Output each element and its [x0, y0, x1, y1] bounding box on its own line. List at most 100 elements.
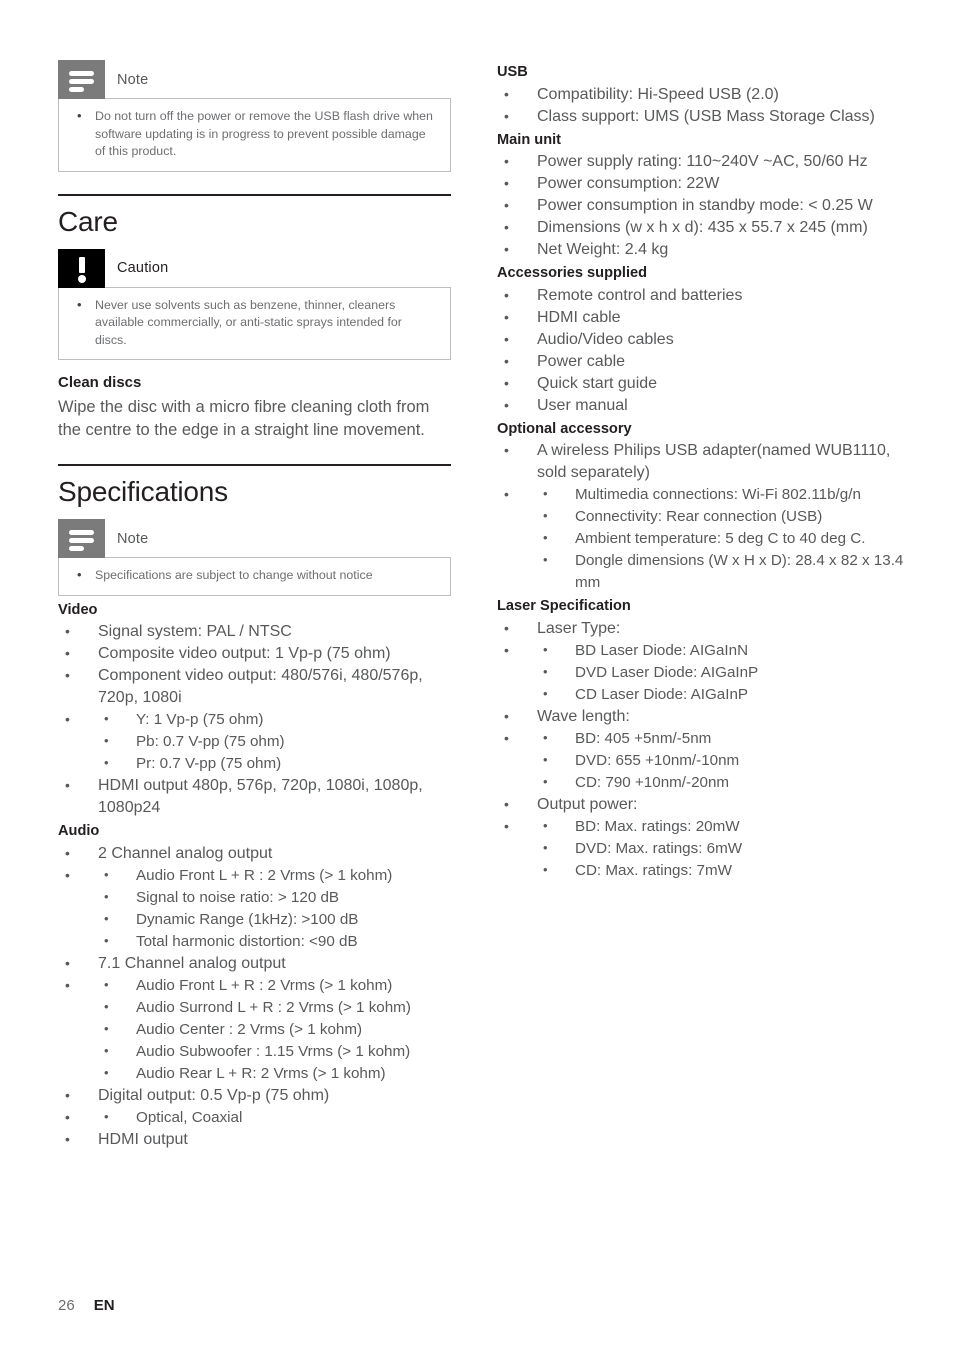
page-title-specifications: Specifications	[58, 476, 228, 507]
spec-list-item: Digital output: 0.5 Vp-p (75 ohm)	[58, 1084, 451, 1107]
spec-list-item: HDMI output	[58, 1128, 451, 1151]
spec-list-item: Power consumption: 22W	[497, 172, 907, 195]
spec-sublist-holder: BD: Max. ratings: 20mWDVD: Max. ratings:…	[497, 815, 907, 882]
callout-body: Never use solvents such as benzene, thin…	[58, 286, 451, 360]
callout-title: Caution	[117, 260, 169, 276]
spec-sublist-item: Audio Front L + R : 2 Vrms (> 1 kohm)	[98, 864, 451, 887]
spec-list-item: Wave length:	[497, 705, 907, 728]
spec-list: Signal system: PAL / NTSCComposite video…	[58, 620, 451, 819]
spec-list-item: User manual	[497, 394, 907, 417]
left-column: Note Do not turn off the power or remove…	[58, 60, 451, 1151]
spec-sublist-item: Y: 1 Vp-p (75 ohm)	[98, 708, 451, 731]
spec-list-item: 7.1 Channel analog output	[58, 952, 451, 975]
exclamation-icon	[58, 248, 105, 288]
two-column-layout: Note Do not turn off the power or remove…	[0, 60, 954, 1151]
spec-list: Laser Type:BD Laser Diode: AIGaInNDVD La…	[497, 617, 907, 882]
callout-header: Caution	[58, 248, 451, 288]
spec-sublist-holder: Audio Front L + R : 2 Vrms (> 1 kohm)Sig…	[58, 864, 451, 953]
spec-list-item: Power supply rating: 110~240V ~AC, 50/60…	[497, 150, 907, 173]
spec-list-item: Component video output: 480/576i, 480/57…	[58, 664, 451, 709]
spec-sublist-item: Signal to noise ratio: > 120 dB	[98, 886, 451, 909]
spec-sublist-item: CD: Max. ratings: 7mW	[537, 859, 907, 882]
spec-sublist-item: Dongle dimensions (W x H x D): 28.4 x 82…	[537, 549, 907, 594]
spec-list-item: Quick start guide	[497, 372, 907, 395]
note-callout-top: Note Do not turn off the power or remove…	[58, 60, 451, 172]
caution-callout: Caution Never use solvents such as benze…	[58, 248, 451, 360]
spec-sublist: BD: 405 +5nm/-5nmDVD: 655 +10nm/-10nmCD:…	[537, 727, 907, 794]
spec-sublist-item: Optical, Coaxial	[98, 1106, 451, 1129]
spec-sublist-item: BD: 405 +5nm/-5nm	[537, 727, 907, 750]
spec-sublist-item: Audio Rear L + R: 2 Vrms (> 1 kohm)	[98, 1062, 451, 1085]
note-lines-icon	[58, 60, 105, 99]
spec-sublist-item: Connectivity: Rear connection (USB)	[537, 505, 907, 528]
spec-group-main-unit: Main unit Power supply rating: 110~240V …	[497, 130, 907, 262]
callout-title: Note	[117, 71, 149, 88]
spec-list-item: Power cable	[497, 350, 907, 373]
spec-sublist-item: Pb: 0.7 V-pp (75 ohm)	[98, 730, 451, 753]
page-number: 26	[58, 1297, 75, 1314]
spec-sublist-holder: Y: 1 Vp-p (75 ohm)Pb: 0.7 V-pp (75 ohm)P…	[58, 708, 451, 775]
spec-list: Power supply rating: 110~240V ~AC, 50/60…	[497, 150, 907, 261]
callout-item: Specifications are subject to change wit…	[73, 566, 436, 585]
section-heading-clean-discs: Clean discs	[58, 374, 142, 391]
page-footer: 26 EN	[58, 1297, 115, 1314]
spec-sublist: BD Laser Diode: AIGaInNDVD Laser Diode: …	[537, 639, 907, 706]
spec-sublist: Audio Front L + R : 2 Vrms (> 1 kohm)Sig…	[98, 864, 451, 953]
spec-list-item: Dimensions (w x h x d): 435 x 55.7 x 245…	[497, 216, 907, 239]
spec-list-item: Output power:	[497, 793, 907, 816]
spec-list: Compatibility: Hi-Speed USB (2.0)Class s…	[497, 83, 907, 128]
callout-body: Do not turn off the power or remove the …	[58, 98, 451, 172]
spec-sublist-item: DVD: Max. ratings: 6mW	[537, 837, 907, 860]
spec-heading: USB	[497, 64, 528, 80]
spec-list-item: Signal system: PAL / NTSC	[58, 620, 451, 643]
spec-sublist-holder: Multimedia connections: Wi-Fi 802.11b/g/…	[497, 483, 907, 594]
manual-page: Note Do not turn off the power or remove…	[0, 0, 954, 1352]
chapter-specifications: Specifications	[58, 464, 451, 509]
spec-list-item: A wireless Philips USB adapter(named WUB…	[497, 439, 907, 484]
right-column: USB Compatibility: Hi-Speed USB (2.0)Cla…	[497, 60, 907, 1151]
spec-group-video: Video Signal system: PAL / NTSCComposite…	[58, 600, 451, 820]
spec-list-item: Power consumption in standby mode: < 0.2…	[497, 194, 907, 217]
spec-sublist-item: Dynamic Range (1kHz): >100 dB	[98, 908, 451, 931]
spec-list: A wireless Philips USB adapter(named WUB…	[497, 439, 907, 594]
spec-heading: Laser Specification	[497, 598, 631, 614]
callout-title: Note	[117, 530, 149, 547]
callout-item: Do not turn off the power or remove the …	[73, 107, 436, 161]
spec-sublist-item: BD Laser Diode: AIGaInN	[537, 639, 907, 662]
spec-sublist-item: Audio Surrond L + R : 2 Vrms (> 1 kohm)	[98, 996, 451, 1019]
callout-body: Specifications are subject to change wit…	[58, 557, 451, 596]
spec-list-item: HDMI cable	[497, 306, 907, 329]
spec-sublist-item: Pr: 0.7 V-pp (75 ohm)	[98, 752, 451, 775]
spec-sublist-item: Audio Subwoofer : 1.15 Vrms (> 1 kohm)	[98, 1040, 451, 1063]
spec-sublist-item: CD: 790 +10nm/-20nm	[537, 771, 907, 794]
spec-list: Remote control and batteriesHDMI cableAu…	[497, 284, 907, 417]
spec-sublist-item: DVD: 655 +10nm/-10nm	[537, 749, 907, 772]
callout-item: Never use solvents such as benzene, thin…	[73, 296, 436, 350]
spec-list-item: Class support: UMS (USB Mass Storage Cla…	[497, 105, 907, 128]
language-code: EN	[93, 1297, 115, 1314]
spec-sublist-item: Ambient temperature: 5 deg C to 40 deg C…	[537, 527, 907, 550]
spec-sublist: Y: 1 Vp-p (75 ohm)Pb: 0.7 V-pp (75 ohm)P…	[98, 708, 451, 775]
spec-group-laser-specification: Laser Specification Laser Type:BD Laser …	[497, 596, 907, 882]
chapter-care: Care	[58, 193, 451, 239]
spec-group-optional-accessory: Optional accessory A wireless Philips US…	[497, 419, 907, 595]
spec-sublist-item: Multimedia connections: Wi-Fi 802.11b/g/…	[537, 483, 907, 506]
spec-sublist-item: CD Laser Diode: AIGaInP	[537, 683, 907, 706]
spec-sublist: Multimedia connections: Wi-Fi 802.11b/g/…	[537, 483, 907, 594]
spec-list-item: Remote control and batteries	[497, 284, 907, 307]
spec-sublist-holder: BD Laser Diode: AIGaInNDVD Laser Diode: …	[497, 639, 907, 706]
spec-heading: Accessories supplied	[497, 265, 648, 281]
spec-sublist-item: DVD Laser Diode: AIGaInP	[537, 661, 907, 684]
callout-header: Note	[58, 519, 451, 558]
spec-sublist-holder: Audio Front L + R : 2 Vrms (> 1 kohm)Aud…	[58, 974, 451, 1085]
callout-header: Note	[58, 60, 451, 99]
spec-list-item: Composite video output: 1 Vp-p (75 ohm)	[58, 642, 451, 665]
spec-list-item: HDMI output 480p, 576p, 720p, 1080i, 108…	[58, 774, 451, 819]
spec-list-item: Audio/Video cables	[497, 328, 907, 351]
page-title-care: Care	[58, 205, 118, 237]
spec-sublist-holder: Optical, Coaxial	[58, 1106, 451, 1129]
spec-sublist-item: Audio Center : 2 Vrms (> 1 kohm)	[98, 1018, 451, 1041]
spec-heading: Video	[58, 601, 98, 618]
clean-discs-paragraph: Wipe the disc with a micro fibre cleanin…	[58, 398, 430, 439]
spec-group-audio: Audio 2 Channel analog outputAudio Front…	[58, 821, 451, 1151]
